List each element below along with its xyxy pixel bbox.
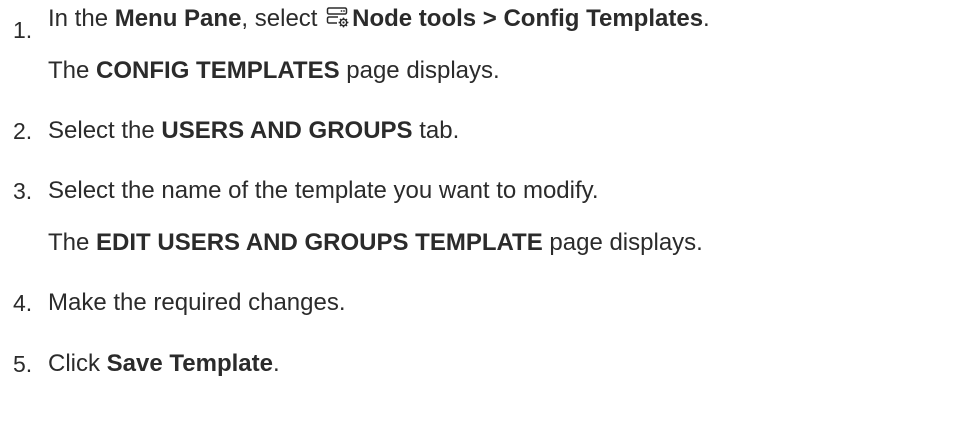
text: The (48, 57, 97, 84)
tab-name: USERS AND GROUPS (161, 117, 413, 144)
step-text: Make the required changes. (48, 289, 346, 316)
button-name: Save Template (106, 350, 273, 377)
text: tab. (412, 117, 460, 144)
step-text: Select the name of the template you want… (48, 177, 599, 204)
text: In the (48, 5, 115, 32)
text: . (272, 350, 280, 377)
step-note: The EDIT USERS AND GROUPS TEMPLATE page … (48, 229, 703, 257)
step-text: Click Save Template. (48, 350, 280, 378)
text: page displays. (542, 229, 703, 256)
step-text: Select the USERS AND GROUPS tab. (48, 117, 459, 145)
page-name: CONFIG TEMPLATES (96, 57, 340, 84)
text: Select the (48, 117, 162, 144)
text: Click (48, 350, 107, 377)
text: The (48, 229, 97, 256)
step-number: 4. (13, 290, 33, 316)
menu-pane-label: Menu Pane (114, 5, 242, 32)
node-tools-path: Node tools > Config Templates (352, 5, 704, 32)
node-tools-icon (326, 7, 350, 36)
step-number: 3. (13, 178, 33, 204)
text: , select (241, 5, 325, 32)
text: . (703, 5, 710, 32)
text: page displays. (339, 57, 500, 84)
step-number: 2. (13, 118, 33, 144)
page-name: EDIT USERS AND GROUPS TEMPLATE (96, 229, 543, 256)
step-number: 5. (13, 351, 33, 377)
step-text: In the Menu Pane, select Node tools > Co… (48, 5, 710, 36)
step-note: The CONFIG TEMPLATES page displays. (48, 57, 500, 85)
step-number: 1. (13, 17, 33, 43)
